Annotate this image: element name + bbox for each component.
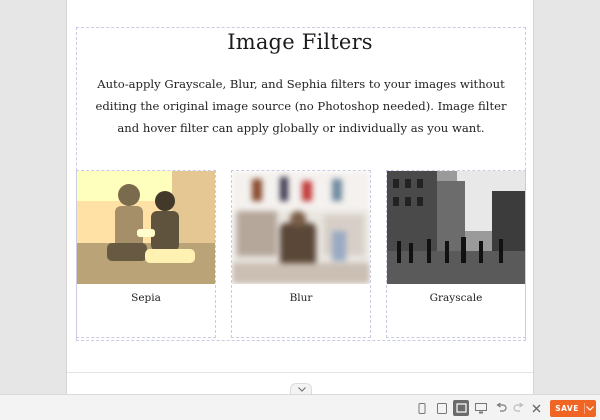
- mobile-view-button[interactable]: [414, 400, 430, 416]
- laptop-view-button[interactable]: [453, 400, 469, 416]
- caption-sepia: Sepia: [131, 292, 161, 304]
- canvas-divider: [67, 372, 533, 373]
- gallery-card-sepia[interactable]: Sepia: [76, 170, 216, 338]
- mobile-view-icon: [418, 402, 426, 414]
- save-button[interactable]: SAVE: [550, 400, 596, 417]
- tablet-view-icon: [437, 402, 447, 414]
- save-label: SAVE: [555, 404, 579, 413]
- close-icon: [532, 404, 540, 412]
- gallery-card-blur[interactable]: Blur: [231, 170, 371, 338]
- chevron-down-icon[interactable]: [586, 406, 594, 411]
- bottom-toolbar: SAVE: [0, 394, 600, 420]
- save-divider: [584, 403, 585, 414]
- laptop-view-icon: [455, 403, 467, 413]
- sepia-photo: [77, 171, 215, 284]
- collapse-toggle[interactable]: [290, 383, 312, 394]
- grayscale-photo: [387, 171, 525, 284]
- page-title: Image Filters: [227, 30, 373, 54]
- caption-blur: Blur: [289, 292, 313, 304]
- redo-button[interactable]: [510, 400, 526, 416]
- undo-icon: [495, 403, 507, 412]
- blur-photo: [232, 171, 370, 284]
- close-button[interactable]: [528, 400, 544, 416]
- chevron-down-icon: [298, 387, 306, 392]
- redo-icon: [512, 403, 524, 412]
- caption-grayscale: Grayscale: [429, 292, 483, 304]
- editor-canvas: Image Filters Auto-apply Grayscale, Blur…: [66, 0, 534, 394]
- page-description: Auto-apply Grayscale, Blur, and Sephia f…: [95, 77, 507, 135]
- tablet-view-button[interactable]: [434, 400, 450, 416]
- undo-button[interactable]: [493, 400, 509, 416]
- gallery-card-grayscale[interactable]: Grayscale: [386, 170, 526, 338]
- desktop-view-button[interactable]: [473, 400, 489, 416]
- desktop-view-icon: [475, 402, 487, 413]
